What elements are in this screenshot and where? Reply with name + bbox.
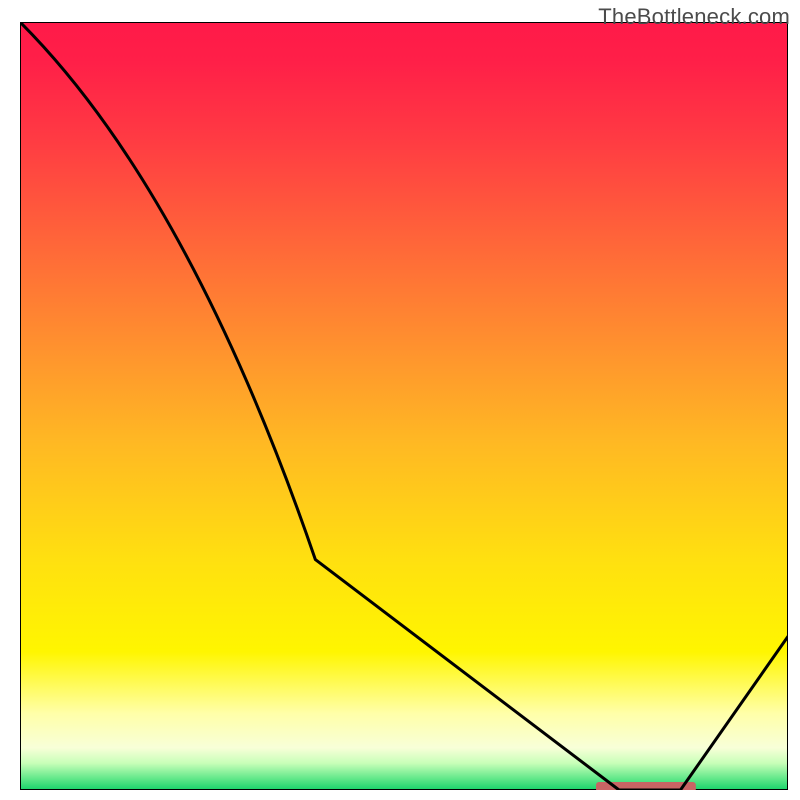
- gradient-panel: [20, 22, 788, 790]
- chart-stage: TheBottleneck.com: [0, 0, 800, 800]
- bottleneck-chart: [20, 22, 788, 790]
